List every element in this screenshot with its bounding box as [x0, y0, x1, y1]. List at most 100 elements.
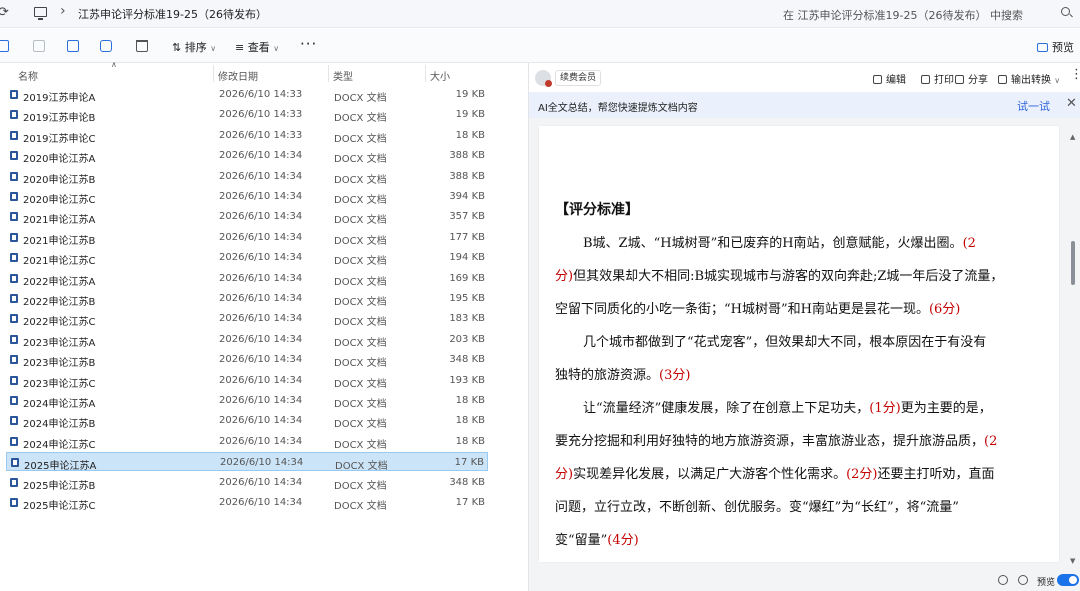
- file-type: DOCX 文档: [334, 399, 387, 410]
- file-size: 203 KB: [449, 333, 485, 345]
- scrollbar-thumb[interactable]: [1071, 241, 1075, 285]
- file-type: DOCX 文档: [334, 195, 387, 206]
- column-type[interactable]: 类型: [333, 68, 353, 83]
- doc-text: 变“留量”: [555, 533, 608, 548]
- breadcrumb-folder[interactable]: 江苏申论评分标准19-25（26待发布）: [78, 6, 267, 22]
- scroll-up-icon[interactable]: ▲: [1070, 133, 1075, 141]
- file-row[interactable]: 2023申论江苏C 2026/6/10 14:34 DOCX 文档 193 KB: [6, 371, 488, 390]
- file-type: DOCX 文档: [334, 174, 387, 186]
- doc-line: 独特的旅游资源。(3分): [555, 359, 1051, 392]
- rename-icon[interactable]: [67, 40, 79, 52]
- score-text: (1分): [869, 401, 901, 416]
- file-type: DOCX 文档: [334, 256, 387, 268]
- file-row[interactable]: 2024申论江苏B 2026/6/10 14:34 DOCX 文档 18 KB: [6, 411, 488, 430]
- file-row[interactable]: 2021申论江苏A 2026/6/10 14:34 DOCX 文档 357 KB: [6, 207, 488, 226]
- file-modified-date: 2026/6/10 14:34: [219, 476, 303, 488]
- refresh-icon[interactable]: ⟳: [0, 5, 9, 20]
- file-row[interactable]: 2019江苏申论B 2026/6/10 14:33 DOCX 文档 19 KB: [6, 105, 488, 124]
- share-icon[interactable]: [100, 40, 112, 52]
- file-row[interactable]: 2025申论江苏C 2026/6/10 14:34 DOCX 文档 17 KB: [6, 493, 488, 512]
- export-convert-button[interactable]: 输出转换 ∨: [998, 71, 1060, 86]
- search-input[interactable]: 在 江苏申论评分标准19-25（26待发布） 中搜索: [783, 7, 1023, 23]
- close-icon[interactable]: ✕: [1066, 96, 1077, 111]
- this-pc-icon[interactable]: [34, 7, 47, 20]
- file-row[interactable]: 2023申论江苏B 2026/6/10 14:34 DOCX 文档 348 KB: [6, 350, 488, 369]
- chevron-down-icon: ∨: [1054, 76, 1061, 85]
- file-name: 2025申论江苏B: [23, 480, 96, 492]
- file-size: 19 KB: [455, 109, 485, 121]
- file-row[interactable]: 2022申论江苏A 2026/6/10 14:34 DOCX 文档 169 KB: [6, 269, 488, 288]
- edit-button[interactable]: 编辑: [873, 71, 906, 86]
- word-doc-icon: [11, 458, 19, 468]
- column-name[interactable]: 名称: [18, 68, 38, 83]
- doc-line: 空留下同质化的小吃一条街；“H城树哥”和H南站更是昙花一现。(6分): [555, 293, 1051, 326]
- file-row[interactable]: 2022申论江苏C 2026/6/10 14:34 DOCX 文档 183 KB: [6, 309, 488, 328]
- renew-vip-button[interactable]: 续费会员: [555, 70, 602, 86]
- breadcrumb-chevron-icon[interactable]: ›: [60, 3, 66, 19]
- file-name: 2021申论江苏A: [23, 215, 96, 227]
- scrollbar[interactable]: ▲ ▼: [1069, 133, 1077, 565]
- print-button[interactable]: 打印: [921, 71, 954, 86]
- search-icon[interactable]: [1061, 7, 1070, 16]
- file-row[interactable]: 2024申论江苏C 2026/6/10 14:34 DOCX 文档 18 KB: [6, 432, 488, 451]
- print-icon: [921, 75, 930, 84]
- file-name: 2023申论江苏B: [23, 358, 96, 370]
- file-modified-date: 2026/6/10 14:34: [219, 333, 303, 345]
- scroll-down-icon[interactable]: ▼: [1070, 557, 1075, 565]
- preview-pane-button[interactable]: 预览: [1037, 39, 1074, 55]
- more-options-icon[interactable]: ⋮: [1070, 67, 1080, 82]
- column-size[interactable]: 大小: [430, 68, 450, 83]
- column-divider[interactable]: [213, 65, 214, 82]
- file-type: DOCX 文档: [334, 439, 387, 451]
- preview-toolbar: 续费会员 编辑 打印 分享 输出转换 ∨ ⋮: [529, 63, 1080, 92]
- zoom-out-icon[interactable]: [998, 575, 1008, 585]
- more-options-button[interactable]: ···: [300, 35, 317, 53]
- file-row[interactable]: 2025申论江苏A 2026/6/10 14:34 DOCX 文档 17 KB: [6, 452, 488, 473]
- file-size: 183 KB: [449, 313, 485, 325]
- file-name: 2025申论江苏C: [23, 501, 96, 512]
- column-divider[interactable]: [425, 65, 426, 82]
- sort-button[interactable]: ⇅ 排序 ∨: [172, 39, 216, 55]
- file-row[interactable]: 2020申论江苏A 2026/6/10 14:34 DOCX 文档 388 KB: [6, 146, 488, 165]
- file-size: 195 KB: [449, 293, 485, 304]
- file-row[interactable]: 2020申论江苏C 2026/6/10 14:34 DOCX 文档 394 KB: [6, 187, 488, 206]
- file-name: 2020申论江苏A: [23, 154, 96, 166]
- file-row[interactable]: 2022申论江苏B 2026/6/10 14:34 DOCX 文档 195 KB: [6, 289, 488, 308]
- file-row[interactable]: 2020申论江苏B 2026/6/10 14:34 DOCX 文档 388 KB: [6, 167, 488, 186]
- doc-line: 要充分挖掘和利用好独特的地方旅游资源，丰富旅游业态，提升旅游品质，(2: [555, 425, 1051, 458]
- zoom-in-icon[interactable]: [1018, 575, 1028, 585]
- search-box[interactable]: 在 江苏申论评分标准19-25（26待发布） 中搜索: [774, 0, 1080, 27]
- doc-line: 几个城市都做到了“花式宠客”，但效果却大不同，根本原因在于有没有: [555, 326, 1051, 359]
- file-name: 2022申论江苏C: [23, 317, 96, 329]
- file-row[interactable]: 2021申论江苏B 2026/6/10 14:34 DOCX 文档 177 KB: [6, 228, 488, 247]
- file-name: 2021申论江苏B: [23, 235, 96, 247]
- file-size: 19 KB: [455, 89, 485, 100]
- column-header-row: ∧ 名称 修改日期 类型 大小: [0, 60, 528, 84]
- ai-try-button[interactable]: 试一试: [1017, 98, 1050, 114]
- file-row[interactable]: 2019江苏申论A 2026/6/10 14:33 DOCX 文档 19 KB: [6, 85, 488, 104]
- delete-icon[interactable]: [136, 40, 148, 52]
- doc-text: B城、Z城、“H城树哥”和已废弃的H南站，创意赋能，火爆出圈。: [583, 236, 963, 251]
- paste-icon[interactable]: [33, 40, 45, 52]
- view-button[interactable]: ≡ 查看 ∨: [235, 39, 279, 55]
- share-button[interactable]: 分享: [955, 71, 988, 86]
- file-size: 17 KB: [454, 457, 484, 469]
- share-icon: [955, 75, 964, 84]
- file-row[interactable]: 2021申论江苏C 2026/6/10 14:34 DOCX 文档 194 KB: [6, 248, 488, 267]
- file-row[interactable]: 2025申论江苏B 2026/6/10 14:34 DOCX 文档 348 KB: [6, 473, 488, 492]
- file-row[interactable]: 2019江苏申论C 2026/6/10 14:33 DOCX 文档 18 KB: [6, 126, 488, 145]
- avatar[interactable]: [535, 70, 552, 87]
- column-divider[interactable]: [328, 65, 329, 82]
- doc-text: 但其效果却大不相同:B城实现城市与游客的双向奔赴;Z城一年后没了流量，: [573, 269, 1004, 284]
- preview-toggle[interactable]: [1057, 574, 1079, 586]
- file-row[interactable]: 2024申论江苏A 2026/6/10 14:34 DOCX 文档 18 KB: [6, 391, 488, 410]
- file-name: 2021申论江苏C: [23, 256, 96, 268]
- column-date[interactable]: 修改日期: [218, 68, 258, 83]
- file-row[interactable]: 2023申论江苏A 2026/6/10 14:34 DOCX 文档 203 KB: [6, 330, 488, 349]
- file-type: DOCX 文档: [335, 461, 388, 473]
- copy-icon[interactable]: [0, 40, 9, 52]
- file-type: DOCX 文档: [334, 113, 387, 125]
- file-type: DOCX 文档: [334, 133, 387, 145]
- file-modified-date: 2026/6/10 14:34: [219, 231, 303, 243]
- doc-text: 更为主要的是，: [900, 401, 992, 416]
